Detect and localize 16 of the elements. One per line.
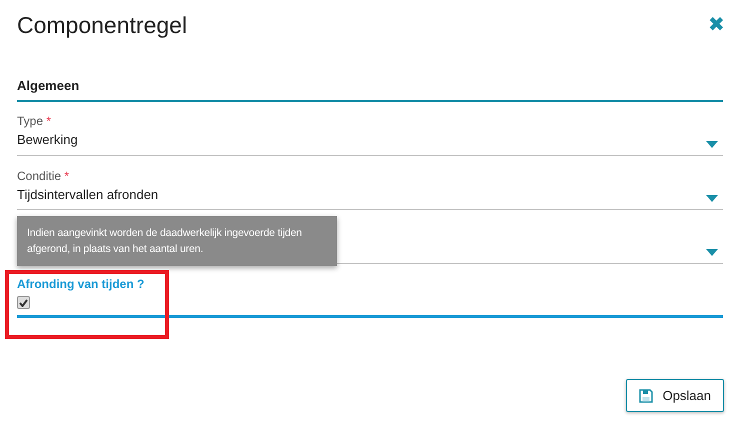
- save-button[interactable]: Opslaan: [626, 379, 724, 412]
- field-label: Afronding van tijden ?: [17, 277, 146, 293]
- required-mark: *: [46, 114, 52, 128]
- dropdown-caret-icon[interactable]: [706, 195, 718, 202]
- field-label: Conditie *: [17, 169, 70, 185]
- checkbox[interactable]: [17, 296, 30, 309]
- section-title: Algemeen: [17, 78, 723, 102]
- tooltip: Indien aangevinkt worden de daadwerkelijk ingevoerde tijden afgerond, in plaats van het aantal uren.: [17, 216, 337, 266]
- dropdown-caret-icon[interactable]: [706, 141, 718, 148]
- close-button[interactable]: ✖: [708, 15, 725, 35]
- dialog-title: Componentregel: [17, 12, 188, 38]
- select-value[interactable]: Tijdsintervallen afronden: [17, 187, 723, 202]
- required-mark: *: [64, 169, 70, 183]
- select-value[interactable]: Bewerking: [17, 132, 723, 147]
- dropdown-caret-icon[interactable]: [706, 249, 718, 256]
- field-label: Type *: [17, 114, 52, 130]
